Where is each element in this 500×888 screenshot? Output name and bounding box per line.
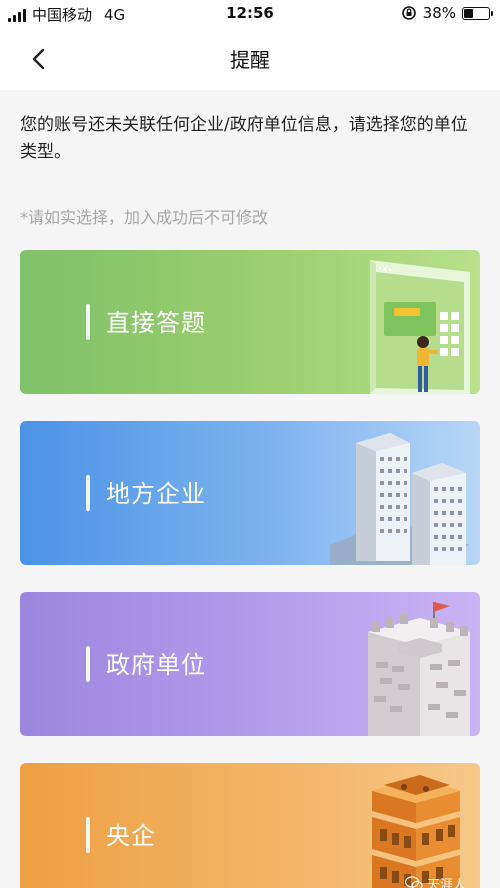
battery-percent: 38% bbox=[422, 4, 456, 22]
card-label: 政府单位 bbox=[106, 651, 206, 679]
office-buildings-illustration bbox=[330, 433, 470, 565]
nav-bar: 提醒 bbox=[0, 28, 500, 90]
card-accent-bar bbox=[86, 646, 90, 682]
card-direct-answer[interactable]: 直接答题 bbox=[20, 250, 480, 394]
status-bar: 中国移动 4G 12:56 38% bbox=[0, 0, 500, 28]
card-government-unit[interactable]: 政府单位 bbox=[20, 592, 480, 736]
page: 中国移动 4G 12:56 38% 提醒 您的账号还未关联任何企业/政府单位信息… bbox=[0, 0, 500, 888]
watermark-text: 天涯人 bbox=[426, 878, 466, 888]
card-accent-bar bbox=[86, 475, 90, 511]
battery-icon bbox=[462, 6, 493, 20]
card-label: 央企 bbox=[106, 822, 156, 850]
card-central-enterprise[interactable]: 央企 天涯人 bbox=[20, 763, 480, 888]
battery-fill bbox=[464, 8, 473, 18]
watermark: 天涯人 bbox=[404, 874, 466, 888]
wechat-icon bbox=[404, 876, 423, 888]
card-local-enterprise[interactable]: 地方企业 bbox=[20, 421, 480, 565]
card-accent-bar bbox=[86, 304, 90, 340]
status-right: 38% bbox=[401, 4, 493, 22]
castle-tower-illustration bbox=[368, 602, 470, 736]
quiz-screen-illustration bbox=[370, 260, 470, 394]
card-label: 地方企业 bbox=[106, 480, 206, 508]
orientation-lock-icon bbox=[401, 6, 416, 20]
hint-text: *请如实选择，加入成功后不可修改 bbox=[20, 208, 269, 227]
card-accent-bar bbox=[86, 817, 90, 853]
page-title: 提醒 bbox=[230, 48, 270, 72]
tower-building-illustration bbox=[372, 775, 460, 888]
card-label: 直接答题 bbox=[106, 309, 206, 337]
notice-text: 您的账号还未关联任何企业/政府单位信息，请选择您的单位类型。 bbox=[20, 115, 468, 162]
